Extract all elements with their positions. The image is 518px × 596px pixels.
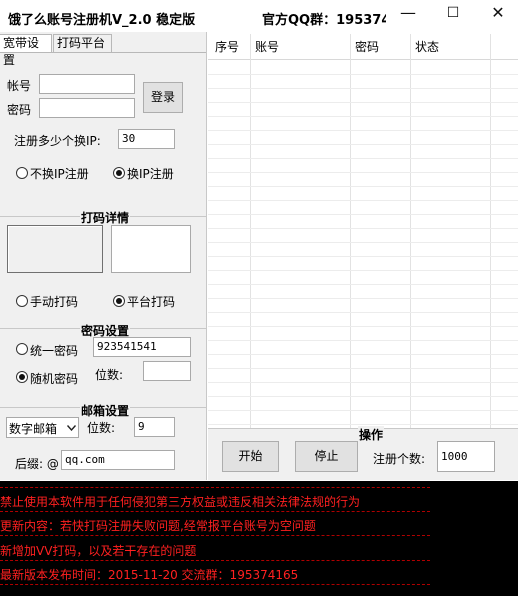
no-change-ip-label: 不换IP注册 xyxy=(30,167,89,181)
operations-heading: 操作 xyxy=(358,426,385,443)
title-bar: 饿了么账号注册机V_2.0 稳定版 官方QQ群：195374... — ☐ ✕ xyxy=(0,0,518,32)
email-type-select[interactable]: 数字邮箱 xyxy=(6,417,79,438)
table-row-line xyxy=(208,326,518,327)
log-line: 新增加VV打码，以及若干存在的问题 xyxy=(0,544,197,558)
unified-password-radio[interactable] xyxy=(16,343,28,355)
account-label: 帐号 xyxy=(7,79,32,93)
column-header-status[interactable]: 状态 xyxy=(415,38,439,55)
window-title: 饿了么账号注册机V_2.0 稳定版 xyxy=(8,13,196,28)
table-row-line xyxy=(208,270,518,271)
tab-divider xyxy=(0,52,206,53)
maximize-icon[interactable]: ☐ xyxy=(431,0,475,28)
email-digits-label: 位数: xyxy=(87,421,116,435)
table-row-line xyxy=(208,102,518,103)
tab-captcha-platform[interactable]: 打码平台 xyxy=(53,34,112,53)
log-divider xyxy=(0,584,430,585)
captcha-heading: 打码详情 xyxy=(80,209,131,226)
register-count-label: 注册个数: xyxy=(373,452,426,466)
table-row-line xyxy=(208,214,518,215)
login-button[interactable]: 登录 xyxy=(143,82,183,113)
ip-switch-count-input[interactable]: 30 xyxy=(118,129,175,149)
table-row-line xyxy=(208,186,518,187)
table-row-line xyxy=(208,144,518,145)
password-input[interactable] xyxy=(39,98,135,118)
minimize-icon[interactable]: — xyxy=(386,0,430,28)
table-row-line xyxy=(208,284,518,285)
random-password-radio[interactable] xyxy=(16,371,28,383)
table-row-line xyxy=(208,242,518,243)
qq-group-text: 官方QQ群：195374... xyxy=(262,13,386,28)
table-row-line xyxy=(208,340,518,341)
table-row-line xyxy=(208,354,518,355)
table-row-line xyxy=(208,368,518,369)
password-digits-label: 位数: xyxy=(95,368,124,382)
table-row-line xyxy=(208,256,518,257)
table-row-line xyxy=(208,88,518,89)
unified-password-input[interactable]: 923541541 xyxy=(93,337,191,357)
table-row-line xyxy=(208,74,518,75)
chevron-down-icon xyxy=(67,425,76,431)
table-row-line xyxy=(208,382,518,383)
change-ip-label: 换IP注册 xyxy=(127,167,174,181)
email-digits-input[interactable]: 9 xyxy=(134,417,175,437)
email-settings-heading: 邮箱设置 xyxy=(80,402,131,419)
log-divider xyxy=(0,560,430,561)
account-input[interactable] xyxy=(39,74,135,94)
table-row-line xyxy=(208,158,518,159)
log-divider xyxy=(0,535,430,536)
table-row-line xyxy=(208,228,518,229)
log-line: 更新内容：若快打码注册失败问题,经常报平台账号为空问题 xyxy=(0,519,316,533)
log-line: 最新版本发布时间：2015-11-20 交流群：195374165 xyxy=(0,568,299,582)
column-header-password[interactable]: 密码 xyxy=(355,38,379,55)
tab-broadband-settings[interactable]: 宽带设置 xyxy=(0,34,52,67)
email-suffix-input[interactable]: qq.com xyxy=(61,450,175,470)
table-row-line xyxy=(208,116,518,117)
manual-captcha-label: 手动打码 xyxy=(30,295,79,309)
platform-captcha-radio[interactable] xyxy=(113,295,125,307)
table-row-line xyxy=(208,424,518,425)
manual-captcha-radio[interactable] xyxy=(16,295,28,307)
table-row-line xyxy=(208,312,518,313)
log-divider xyxy=(0,487,430,488)
close-icon[interactable]: ✕ xyxy=(476,0,518,28)
captcha-image-box xyxy=(7,225,103,273)
email-suffix-label: 后缀: @ xyxy=(15,457,59,471)
table-row-line xyxy=(208,410,518,411)
column-header-account[interactable]: 账号 xyxy=(255,38,279,55)
password-digits-input[interactable] xyxy=(143,361,191,381)
start-button[interactable]: 开始 xyxy=(222,441,279,472)
random-password-label: 随机密码 xyxy=(30,372,79,386)
table-row-line xyxy=(208,130,518,131)
stop-button[interactable]: 停止 xyxy=(295,441,358,472)
table-row-line xyxy=(208,172,518,173)
register-count-input[interactable]: 1000 xyxy=(437,441,495,472)
no-change-ip-radio[interactable] xyxy=(16,167,28,179)
change-ip-radio[interactable] xyxy=(113,167,125,179)
ip-switch-count-label: 注册多少个换IP: xyxy=(14,134,101,148)
log-line: 禁止使用本软件用于任何侵犯第三方权益或违反相关法律法规的行为 xyxy=(0,495,361,509)
table-row-line xyxy=(208,396,518,397)
log-divider xyxy=(0,511,430,512)
email-type-value: 数字邮箱 xyxy=(9,422,58,436)
captcha-input[interactable] xyxy=(111,225,191,273)
column-header-index[interactable]: 序号 xyxy=(215,38,239,55)
password-label: 密码 xyxy=(7,103,32,117)
table-row-line xyxy=(208,200,518,201)
platform-captcha-label: 平台打码 xyxy=(127,295,176,309)
table-row-line xyxy=(208,298,518,299)
unified-password-label: 统一密码 xyxy=(30,344,79,358)
